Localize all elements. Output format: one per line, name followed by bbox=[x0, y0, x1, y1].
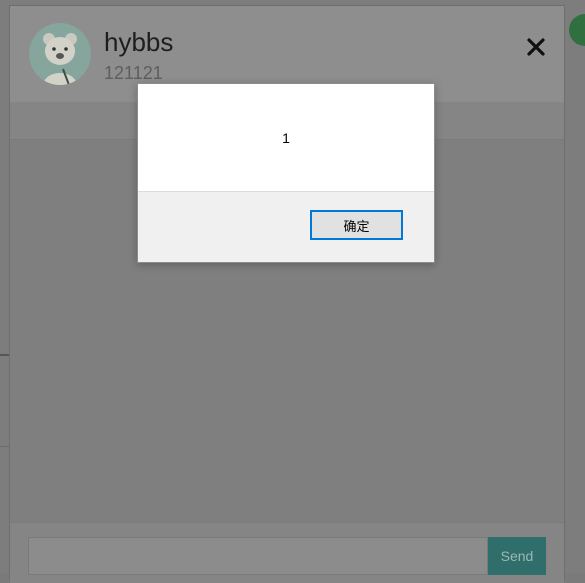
ok-button[interactable]: 确定 bbox=[310, 210, 403, 240]
close-icon[interactable] bbox=[527, 38, 545, 56]
bear-avatar-icon bbox=[29, 23, 91, 85]
contact-name: hybbs bbox=[104, 27, 174, 57]
background-status-dot bbox=[569, 14, 585, 46]
chat-footer: Send bbox=[10, 522, 564, 583]
avatar bbox=[29, 23, 91, 85]
send-button[interactable]: Send bbox=[488, 537, 546, 575]
alert-body: 1 bbox=[138, 84, 434, 192]
message-input[interactable] bbox=[28, 537, 488, 575]
close-button[interactable] bbox=[523, 34, 549, 60]
alert-message: 1 bbox=[282, 130, 290, 146]
contact-id: 121121 bbox=[104, 63, 163, 83]
alert-dialog: 1 确定 bbox=[137, 83, 435, 263]
